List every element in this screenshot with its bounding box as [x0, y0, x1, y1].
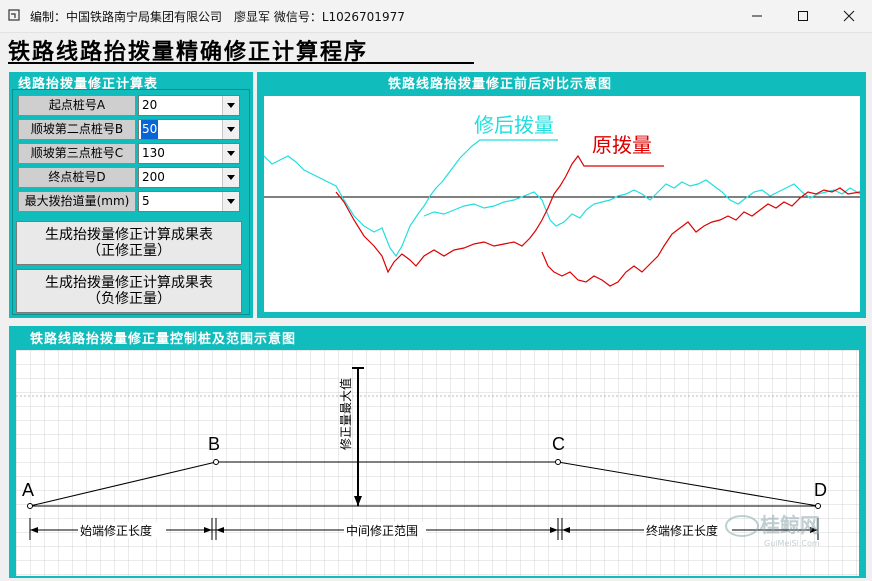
watermark-sub: GuiMeiSi.Com [764, 539, 820, 548]
seg-start-label: 始端修正长度 [80, 523, 152, 538]
watermark-text: 桂鲸网 [759, 513, 820, 537]
range-panel-title: 铁路线路抬拨量修正量控制桩及范围示意图 [30, 332, 297, 347]
point-d-marker [815, 503, 821, 509]
minimize-icon [752, 15, 762, 17]
field-label-b: 顺坡第二点桩号B [18, 119, 136, 140]
start-pile-a-select[interactable]: 20 [138, 95, 240, 116]
minimize-button[interactable] [734, 0, 780, 32]
window-title: 编制：中国铁路南宁局集团有限公司 廖显军 微信号：L1026701977 [30, 10, 405, 24]
range-diagram-svg: A B C D 修正量最大值 始端修正长度 中间修正范围 终端修正长度 桂鲸网 … [16, 350, 859, 576]
after-adjust-line [263, 139, 558, 258]
legend-before: 原拨量 [592, 133, 652, 157]
point-b-marker [213, 459, 219, 465]
app-title-underline [8, 62, 474, 64]
field-label-d: 终点桩号D [18, 167, 136, 188]
chevron-down-icon[interactable] [222, 168, 239, 187]
max-amount-value: 5 [142, 194, 150, 208]
label-b: B [208, 434, 220, 454]
label-c: C [552, 434, 565, 454]
chevron-down-icon[interactable] [222, 120, 239, 139]
end-pile-d-select[interactable]: 200 [138, 167, 240, 188]
third-pile-c-select[interactable]: 130 [138, 143, 240, 164]
seg-middle-label: 中间修正范围 [346, 523, 418, 538]
max-amount-select[interactable]: 5 [138, 191, 240, 212]
before-adjust-line-2 [541, 187, 861, 287]
chevron-down-icon[interactable] [222, 96, 239, 115]
maximize-icon [798, 11, 808, 21]
legend-after: 修后拨量 [474, 113, 554, 137]
app-icon [8, 9, 20, 21]
close-icon [843, 10, 855, 22]
start-pile-a-value: 20 [142, 98, 158, 112]
compare-chart-svg: 修后拨量 原拨量 [263, 113, 861, 287]
compare-panel-title: 铁路线路抬拨量修正前后对比示意图 [388, 77, 613, 92]
field-label-a: 起点桩号A [18, 95, 136, 116]
generate-negative-line2: （负修正量） [87, 291, 171, 307]
third-pile-c-value: 130 [142, 146, 165, 160]
label-a: A [22, 480, 34, 500]
point-c-marker [555, 459, 561, 465]
label-d: D [814, 480, 827, 500]
title-bar: 编制：中国铁路南宁局集团有限公司 廖显军 微信号：L1026701977 [0, 0, 872, 33]
generate-negative-line1: 生成抬拨量修正计算成果表 [45, 275, 213, 291]
close-button[interactable] [826, 0, 872, 32]
compare-plot: 修后拨量 原拨量 [263, 96, 861, 312]
before-adjust-line [335, 154, 664, 274]
grid-background [16, 350, 859, 576]
end-pile-d-value: 200 [142, 170, 165, 184]
generate-positive-line2: （正修正量） [87, 243, 171, 259]
field-label-max: 最大拨抬道量(mm) [18, 191, 136, 212]
seg-end-label: 终端修正长度 [646, 523, 718, 538]
second-pile-b-value: 50 [141, 120, 159, 139]
maximize-button[interactable] [780, 0, 826, 32]
generate-positive-button[interactable]: 生成抬拨量修正计算成果表 （正修正量） [16, 221, 242, 265]
chevron-down-icon[interactable] [222, 192, 239, 211]
field-label-c: 顺坡第三点桩号C [18, 143, 136, 164]
chevron-down-icon[interactable] [222, 144, 239, 163]
generate-positive-line1: 生成抬拨量修正计算成果表 [45, 227, 213, 243]
point-a-marker [27, 503, 33, 509]
generate-negative-button[interactable]: 生成抬拨量修正计算成果表 （负修正量） [16, 269, 242, 313]
max-value-label: 修正量最大值 [338, 378, 353, 450]
second-pile-b-select[interactable]: 50 [138, 119, 240, 140]
range-plot: A B C D 修正量最大值 始端修正长度 中间修正范围 终端修正长度 桂鲸网 … [16, 350, 859, 576]
